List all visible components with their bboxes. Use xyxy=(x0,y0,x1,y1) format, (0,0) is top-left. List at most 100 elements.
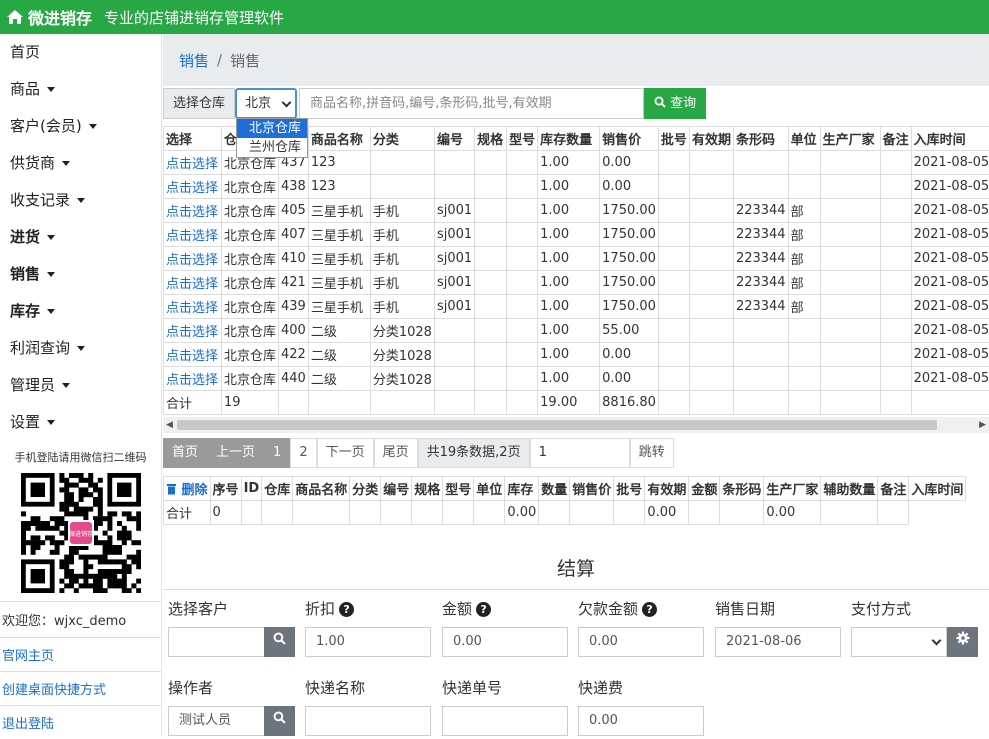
express-fee-input[interactable]: 0.00 xyxy=(578,706,704,736)
stock-col-header: 规格 xyxy=(475,127,507,151)
scroll-right-icon[interactable]: ▶ xyxy=(979,420,986,430)
sidebar-item-1[interactable]: 商品 xyxy=(0,71,161,108)
sidebar-item-6[interactable]: 销售 xyxy=(0,256,161,293)
select-item-link[interactable]: 点击选择 xyxy=(164,223,222,247)
payment-select[interactable] xyxy=(851,627,947,657)
select-item-link[interactable]: 点击选择 xyxy=(164,151,222,175)
table-cell xyxy=(475,151,507,175)
sidebar-item-8[interactable]: 利润查询 xyxy=(0,330,161,367)
table-cell xyxy=(475,319,507,343)
table-cell: 三星手机 xyxy=(308,199,370,223)
table-cell xyxy=(820,343,880,367)
debt-input[interactable]: 0.00 xyxy=(578,627,704,657)
main-content: 销售 / 销售 选择仓库 北京 商品名称,拼音码,编号,条形码,批号,有效期 查… xyxy=(163,34,989,737)
table-cell: 1.00 xyxy=(538,343,600,367)
table-cell xyxy=(820,367,880,391)
jump-button[interactable]: 跳转 xyxy=(630,438,674,468)
caret-down-icon xyxy=(47,420,55,425)
table-cell xyxy=(820,223,880,247)
table-cell xyxy=(507,367,538,391)
page-jump-input[interactable]: 1 xyxy=(530,438,630,468)
first-page-button[interactable]: 首页 xyxy=(163,438,207,468)
sale-date-label: 销售日期 xyxy=(715,598,775,619)
table-cell xyxy=(658,175,689,199)
prev-page-button[interactable]: 上一页 xyxy=(207,438,264,468)
table-cell: 0.00 xyxy=(600,151,659,175)
sidebar-item-label: 利润查询 xyxy=(10,330,70,367)
select-item-link[interactable]: 点击选择 xyxy=(164,271,222,295)
table-cell xyxy=(880,247,911,271)
table-cell xyxy=(689,295,733,319)
logout-link[interactable]: 退出登陆 xyxy=(0,705,161,739)
search-button[interactable]: 查询 xyxy=(644,88,706,119)
select-item-link[interactable]: 点击选择 xyxy=(164,247,222,271)
sidebar-item-3[interactable]: 供货商 xyxy=(0,145,161,182)
table-row: 点击选择北京仓库410三星手机手机sj0011.001750.00223344部… xyxy=(164,247,989,271)
select-item-link[interactable]: 点击选择 xyxy=(164,199,222,223)
cart-col-header: 序号 xyxy=(210,477,241,501)
delete-button[interactable]: 删除 xyxy=(164,477,211,501)
help-icon[interactable]: ? xyxy=(476,602,491,617)
operator-search-button[interactable] xyxy=(264,706,295,736)
help-icon[interactable]: ? xyxy=(642,602,657,617)
payment-settings-button[interactable] xyxy=(947,627,978,657)
table-cell xyxy=(788,319,820,343)
sale-date-input[interactable]: 2021-08-06 xyxy=(715,627,841,657)
table-cell xyxy=(434,151,474,175)
customer-label: 选择客户 xyxy=(168,598,228,619)
sidebar-item-2[interactable]: 客户(会员) xyxy=(0,108,161,145)
select-item-link[interactable]: 点击选择 xyxy=(164,343,222,367)
welcome-text: 欢迎您：wjxc_demo xyxy=(0,601,161,637)
search-input[interactable]: 商品名称,拼音码,编号,条形码,批号,有效期 xyxy=(299,88,644,119)
sidebar-item-7[interactable]: 库存 xyxy=(0,293,161,330)
express-no-input[interactable] xyxy=(442,706,568,736)
last-page-button[interactable]: 尾页 xyxy=(374,438,418,468)
dropdown-option-beijing[interactable]: 北京仓库 xyxy=(237,119,307,138)
dropdown-option-lanzhou[interactable]: 兰州仓库 xyxy=(237,138,307,157)
help-icon[interactable]: ? xyxy=(339,602,354,617)
sidebar-item-9[interactable]: 管理员 xyxy=(0,367,161,404)
scroll-left-icon[interactable]: ◀ xyxy=(166,420,173,430)
breadcrumb-parent[interactable]: 销售 xyxy=(179,50,209,71)
select-item-link[interactable]: 点击选择 xyxy=(164,175,222,199)
table-cell: 手机 xyxy=(370,199,434,223)
table-cell xyxy=(880,175,911,199)
official-site-link[interactable]: 官网主页 xyxy=(0,637,161,671)
breadcrumb-separator: / xyxy=(217,51,222,69)
table-cell: 1.00 xyxy=(538,175,600,199)
page-1-button[interactable]: 1 xyxy=(264,438,290,468)
horizontal-scrollbar[interactable]: ◀ ▶ xyxy=(163,417,989,433)
scroll-thumb[interactable] xyxy=(177,420,937,430)
sidebar-item-0[interactable]: 首页 xyxy=(0,34,161,71)
cart-col-header: 型号 xyxy=(443,477,474,501)
table-cell: 三星手机 xyxy=(308,247,370,271)
sidebar-item-label: 商品 xyxy=(10,71,40,108)
sidebar-item-4[interactable]: 收支记录 xyxy=(0,182,161,219)
customer-input[interactable] xyxy=(168,627,265,657)
select-item-link[interactable]: 点击选择 xyxy=(164,295,222,319)
warehouse-label: 选择仓库 xyxy=(163,88,235,119)
express-name-input[interactable] xyxy=(305,706,431,736)
discount-input[interactable]: 1.00 xyxy=(305,627,431,657)
table-cell xyxy=(720,501,764,525)
create-shortcut-link[interactable]: 创建桌面快捷方式 xyxy=(0,671,161,705)
select-item-link[interactable]: 点击选择 xyxy=(164,367,222,391)
page-2-button[interactable]: 2 xyxy=(290,438,316,468)
warehouse-select[interactable]: 北京 xyxy=(235,88,297,119)
operator-input[interactable]: 测试人员 xyxy=(168,706,265,736)
sidebar-item-5[interactable]: 进货 xyxy=(0,219,161,256)
table-cell xyxy=(507,295,538,319)
sidebar-item-label: 进货 xyxy=(10,219,40,256)
table-cell xyxy=(475,247,507,271)
caret-down-icon xyxy=(62,383,70,388)
table-cell xyxy=(475,199,507,223)
next-page-button[interactable]: 下一页 xyxy=(317,438,374,468)
amount-input[interactable]: 0.00 xyxy=(442,627,568,657)
logo[interactable]: 微进销存 xyxy=(6,5,92,29)
table-cell xyxy=(733,175,788,199)
cart-col-header: 入库时间 xyxy=(909,477,966,501)
customer-search-button[interactable] xyxy=(264,627,295,657)
table-cell xyxy=(689,247,733,271)
sidebar-item-10[interactable]: 设置 xyxy=(0,404,161,441)
select-item-link[interactable]: 点击选择 xyxy=(164,319,222,343)
